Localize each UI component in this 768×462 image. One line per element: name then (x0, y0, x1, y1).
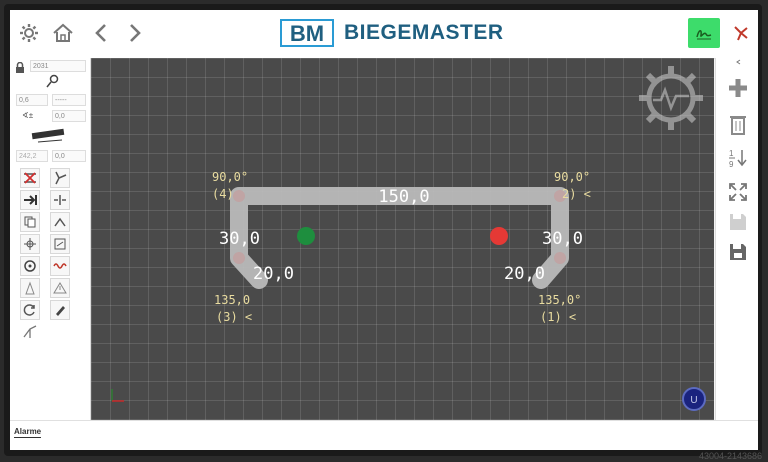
axis-indicator-icon (111, 389, 124, 402)
bend-angle-button[interactable] (50, 168, 70, 188)
signature-button[interactable] (688, 18, 720, 48)
signature-icon (696, 30, 712, 40)
end-point-dot (490, 227, 508, 245)
dimension-label-right-flange: 20,0 (504, 264, 545, 284)
tool-radius-icon (45, 74, 59, 93)
settings-gear-watermark-icon (639, 66, 703, 130)
angle-symbol-icon: ∢± (22, 111, 34, 120)
biegemaster-logo: BM (280, 18, 334, 48)
alarm-tab[interactable]: Alarme (14, 427, 42, 438)
bottom-bar: Alarme (10, 420, 758, 450)
program-id-field[interactable]: 2031 (30, 60, 86, 72)
lock-icon[interactable] (15, 60, 25, 78)
svg-text:9: 9 (729, 160, 734, 169)
forward-arrow-icon[interactable] (122, 20, 148, 46)
watermark-text: 43004-2143686 (698, 451, 762, 461)
brand: BM BIEGEMASTER (280, 18, 504, 48)
sort-numeric-icon[interactable]: 19 (726, 146, 750, 170)
bend-3-label: (3) < (216, 310, 252, 324)
dimension-label-top: 150,0 (378, 187, 429, 207)
reset-button[interactable] (20, 256, 40, 276)
tool-a-button[interactable] (20, 278, 40, 298)
flip-button[interactable] (50, 212, 70, 232)
angle-field[interactable]: 0,0 (52, 110, 86, 122)
start-point-dot (297, 227, 315, 245)
left-toolbar: 2031 0,6 ----- ∢± 0,0 242,2 0,0 (10, 58, 91, 428)
sheet-bar-icon (30, 126, 68, 149)
add-icon[interactable] (726, 76, 750, 100)
bend-marker (554, 252, 566, 264)
length-field[interactable]: 242,2 (16, 150, 48, 162)
save-disabled-icon[interactable] (726, 210, 750, 234)
bend-2-angle: 90,0° (554, 170, 590, 184)
profile-canvas[interactable]: 150,0 30,0 30,0 20,0 20,0 90,0° (4) 90,0… (91, 58, 714, 420)
bend-2-label: 2) < (562, 187, 591, 201)
center-button[interactable] (50, 190, 70, 210)
dimension-label-left: 30,0 (219, 229, 260, 249)
bend-1-angle: 135,0° (538, 293, 581, 307)
svg-text:1: 1 (729, 149, 734, 158)
bend-marker (233, 190, 245, 202)
machine-tool-icon[interactable] (728, 20, 754, 46)
trash-icon[interactable] (726, 112, 750, 136)
collapse-icon[interactable] (726, 56, 750, 68)
brand-name: BIEGEMASTER (344, 21, 504, 44)
fit-to-screen-icon[interactable] (726, 180, 750, 204)
delete-segment-button[interactable] (20, 168, 40, 188)
right-toolbar: 19 (715, 58, 758, 420)
refresh-button[interactable] (20, 300, 40, 320)
pen-button[interactable] (50, 300, 70, 320)
top-bar: BM BIEGEMASTER (10, 10, 758, 59)
material-dropdown[interactable]: ----- (52, 94, 86, 106)
warning-button[interactable] (50, 278, 70, 298)
push-right-button[interactable] (20, 190, 40, 210)
rotate-button[interactable] (20, 234, 40, 254)
thickness-field[interactable]: 0,6 (16, 94, 48, 106)
save-as-icon[interactable] (726, 240, 750, 264)
copy-button[interactable] (20, 212, 40, 232)
bend-marker (233, 252, 245, 264)
logo-letters: BM (290, 21, 324, 46)
dimension-label-right: 30,0 (542, 229, 583, 249)
svg-text:U: U (690, 395, 697, 406)
home-icon[interactable] (50, 20, 76, 46)
app-screen: BM BIEGEMASTER 2031 0,6 ----- ∢± 0,0 242… (10, 10, 758, 450)
mirror-button[interactable] (50, 234, 70, 254)
user-badge-icon: U (682, 387, 706, 411)
length-field-2[interactable]: 0,0 (52, 150, 86, 162)
bend-3-angle: 135,0 (214, 293, 250, 307)
bend-4-angle: 90,0° (212, 170, 248, 184)
wave-button[interactable] (50, 256, 70, 276)
bend-1-label: (1) < (540, 310, 576, 324)
gear-icon[interactable] (16, 20, 42, 46)
back-arrow-icon[interactable] (88, 20, 114, 46)
cut-tool-button[interactable] (20, 322, 40, 342)
bend-4-label: (4) (212, 187, 234, 201)
dimension-label-left-flange: 20,0 (253, 264, 294, 284)
